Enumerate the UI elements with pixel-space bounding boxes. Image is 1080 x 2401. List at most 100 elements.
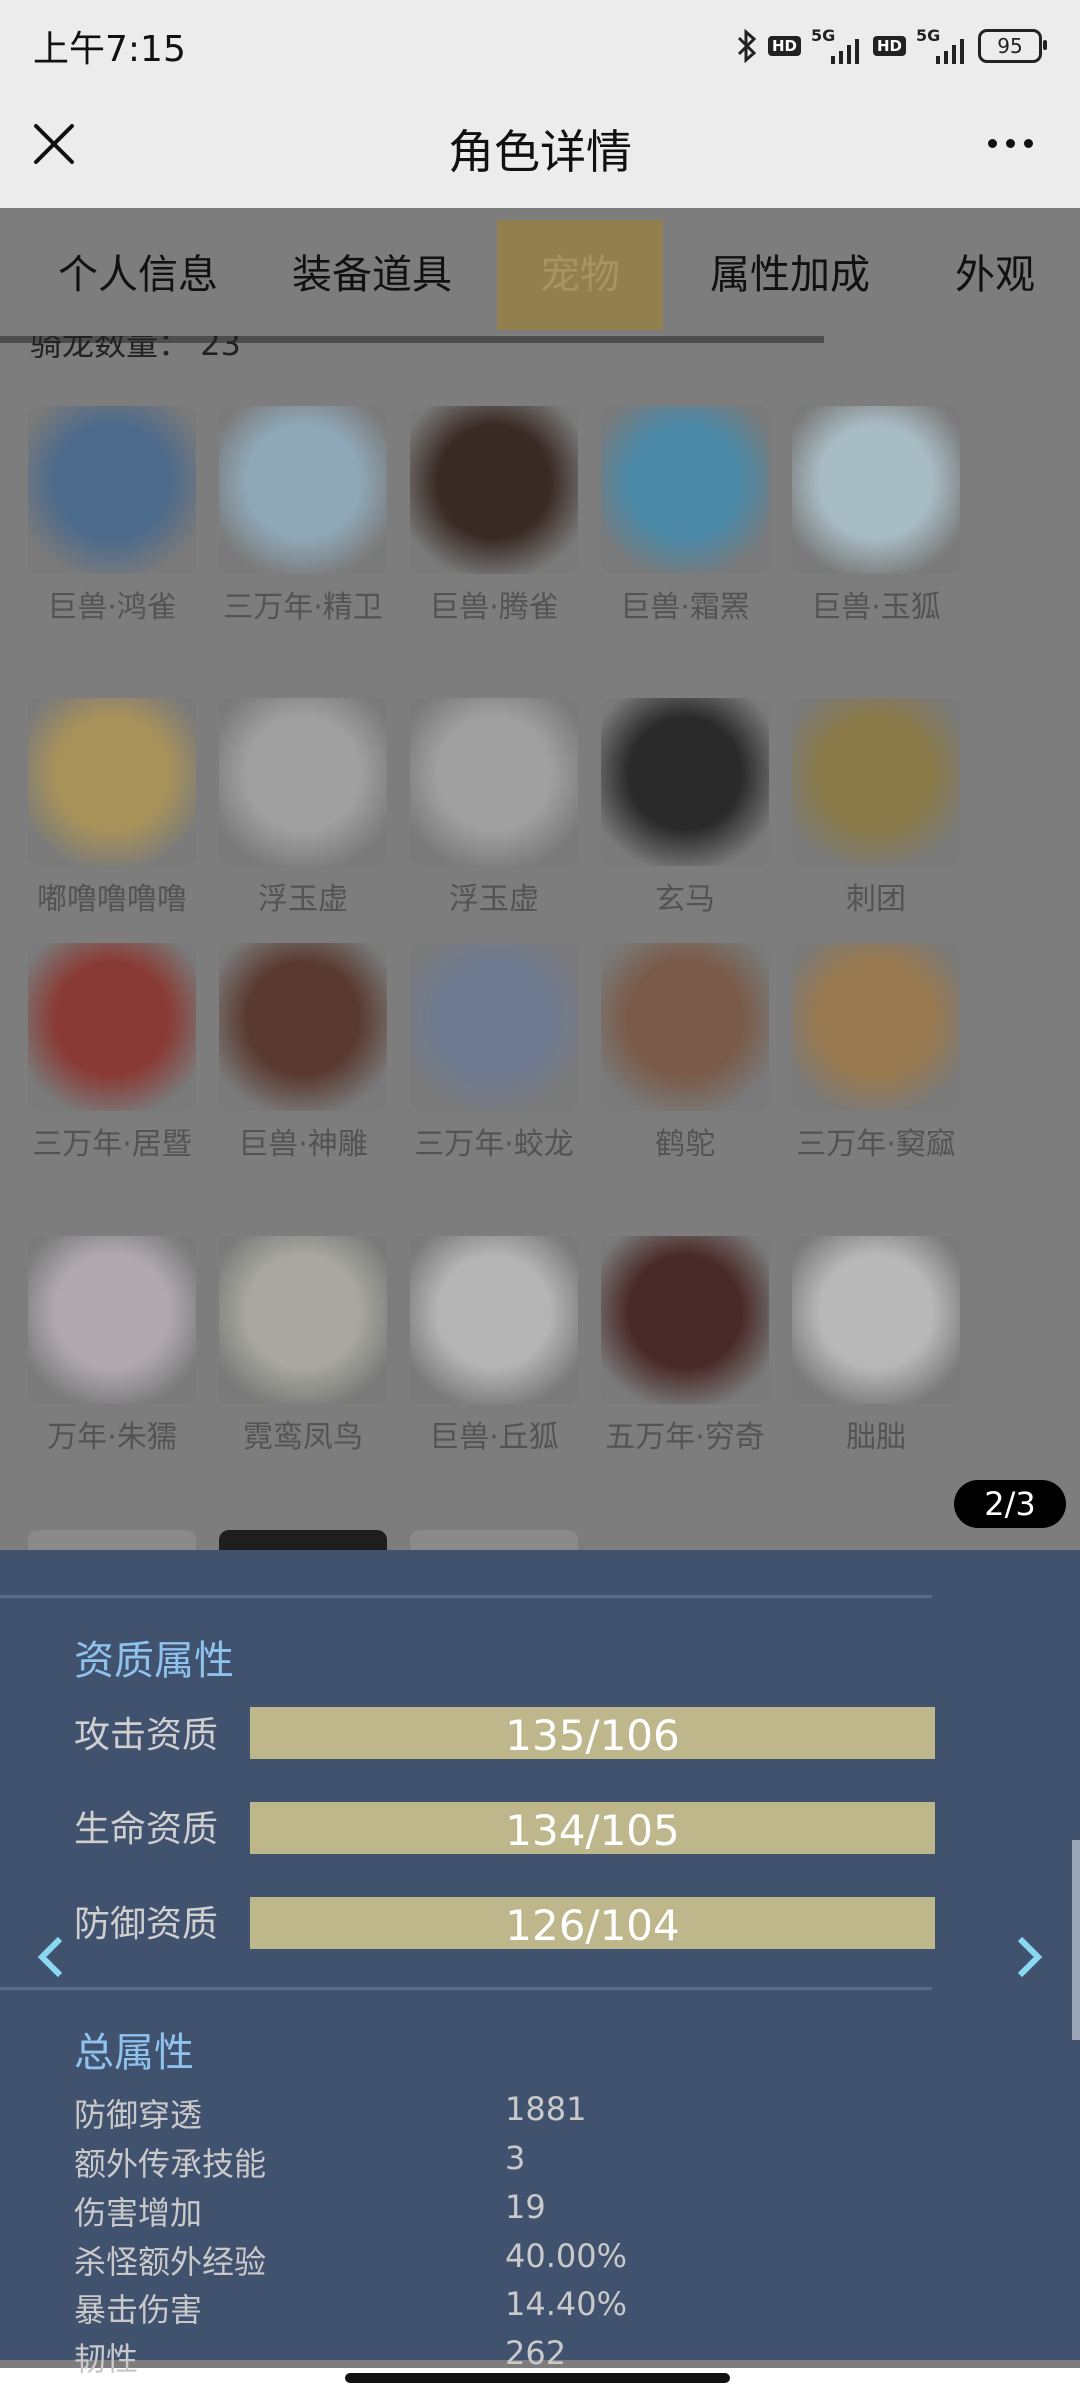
- aptitude-label-health: 生命资质: [74, 1809, 219, 1850]
- pet-name: 三万年·蛟龙: [414, 1127, 574, 1162]
- divider: [0, 1595, 932, 1598]
- home-indicator[interactable]: [345, 2373, 730, 2383]
- pet-thumbnail: [28, 698, 196, 866]
- pet-thumbnail: [410, 406, 578, 574]
- tab-bar: 个人信息 装备道具 宠物 属性加成 外观: [0, 208, 1080, 343]
- pet-thumbnail: [601, 698, 769, 866]
- signal-icon: 5G: [811, 26, 863, 66]
- battery-icon: 95: [978, 29, 1047, 63]
- pet-item[interactable]: 巨兽·霜罴: [600, 406, 770, 632]
- pet-item[interactable]: 三万年·蛟龙: [409, 943, 579, 1169]
- pet-item[interactable]: 巨兽·神雕: [218, 943, 388, 1169]
- pet-thumbnail: [792, 698, 960, 866]
- scrollbar[interactable]: [1072, 1840, 1080, 2040]
- status-bar: 上午7:15 HD 5G HD 5G 95: [0, 0, 1080, 92]
- pet-thumbnail: [219, 1236, 387, 1404]
- pet-item[interactable]: 巨兽·鸿雀: [27, 406, 197, 632]
- aptitude-label-attack: 攻击资质: [74, 1715, 219, 1756]
- pet-item[interactable]: 巨兽·丘狐: [409, 1236, 579, 1462]
- pet-thumbnail: [792, 943, 960, 1111]
- pet-thumbnail: [410, 1236, 578, 1404]
- pet-item[interactable]: 万年·朱獳: [27, 1236, 197, 1462]
- pet-detail-panel: 资质属性 攻击资质 135/106 生命资质 134/105 防御资质 126/…: [0, 1550, 1080, 2378]
- pet-name: 巨兽·鸿雀: [47, 590, 177, 625]
- stat-name: 防御穿透: [74, 2096, 203, 2134]
- pet-thumbnail: [792, 1236, 960, 1404]
- pet-name: 朏朏: [846, 1420, 906, 1455]
- pet-name: 霓鸾凤鸟: [243, 1420, 363, 1455]
- pet-name: 玄马: [655, 882, 715, 917]
- pet-thumbnail: [410, 698, 578, 866]
- stat-value: 262: [505, 2334, 567, 2372]
- pet-thumbnail: [601, 406, 769, 574]
- pet-item[interactable]: 嘟噜噜噜噜: [27, 698, 197, 924]
- page-indicator: 2/3: [954, 1480, 1066, 1528]
- pet-item[interactable]: 五万年·穷奇: [600, 1236, 770, 1462]
- pet-name: 三万年·精卫: [223, 590, 383, 625]
- pet-name: 浮玉虚: [258, 882, 348, 917]
- next-arrow-icon[interactable]: [1010, 1927, 1050, 1987]
- divider: [0, 1987, 932, 1990]
- pet-name: 三万年·窫窳: [796, 1127, 956, 1162]
- pet-name: 巨兽·腾雀: [429, 590, 559, 625]
- pet-item[interactable]: 三万年·窫窳: [791, 943, 961, 1169]
- battery-level: 95: [997, 34, 1023, 58]
- pet-name: 巨兽·霜罴: [620, 590, 750, 625]
- pet-item[interactable]: 巨兽·腾雀: [409, 406, 579, 632]
- stat-name: 暴击伤害: [74, 2291, 203, 2329]
- pet-item[interactable]: 玄马: [600, 698, 770, 924]
- pet-thumbnail: [28, 1236, 196, 1404]
- pet-item[interactable]: 三万年·居暨: [27, 943, 197, 1169]
- tab-equipment[interactable]: 装备道具: [262, 220, 482, 330]
- pet-name: 巨兽·丘狐: [429, 1420, 559, 1455]
- pet-thumbnail: [219, 698, 387, 866]
- pet-item[interactable]: 鹤鸵: [600, 943, 770, 1169]
- pet-thumbnail: [410, 943, 578, 1111]
- pet-item[interactable]: 刺团: [791, 698, 961, 924]
- pet-name: 五万年·穷奇: [605, 1420, 765, 1455]
- status-time: 上午7:15: [33, 29, 186, 70]
- total-attributes-title: 总属性: [74, 2030, 194, 2076]
- more-horizontal-icon[interactable]: [988, 128, 1048, 158]
- prev-arrow-icon[interactable]: [30, 1927, 70, 1987]
- tab-appearance[interactable]: 外观: [940, 220, 1050, 330]
- aptitude-bar-health: 134/105: [250, 1802, 935, 1855]
- pet-thumbnail: [601, 1236, 769, 1404]
- aptitude-label-defense: 防御资质: [74, 1904, 219, 1945]
- tab-attribute-bonus[interactable]: 属性加成: [690, 220, 890, 330]
- tab-personal-info[interactable]: 个人信息: [28, 220, 248, 330]
- pet-thumbnail: [28, 943, 196, 1111]
- title-bar: 角色详情: [0, 92, 1080, 208]
- stat-value: 19: [505, 2188, 546, 2226]
- mount-count: 骑龙数量： 23: [30, 336, 241, 368]
- status-icons: HD 5G HD 5G 95: [736, 24, 1047, 68]
- pet-thumbnail: [219, 943, 387, 1111]
- pet-item[interactable]: 浮玉虚: [218, 698, 388, 924]
- mount-count-value: 23: [200, 336, 241, 363]
- pet-thumbnail: [792, 406, 960, 574]
- pet-name: 巨兽·玉狐: [811, 590, 941, 625]
- hd-badge-2: HD: [872, 36, 906, 56]
- mount-count-label: 骑龙数量：: [30, 336, 191, 363]
- pet-item[interactable]: 巨兽·玉狐: [791, 406, 961, 632]
- page-title: 角色详情: [448, 125, 632, 179]
- signal-icon-2: 5G: [916, 26, 968, 66]
- pet-name: 浮玉虚: [449, 882, 539, 917]
- pet-item[interactable]: 浮玉虚: [409, 698, 579, 924]
- pet-name: 刺团: [846, 882, 906, 917]
- stat-value: 3: [505, 2139, 526, 2177]
- pet-item[interactable]: 三万年·精卫: [218, 406, 388, 632]
- tab-pets[interactable]: 宠物: [497, 220, 663, 330]
- pet-thumbnail: [219, 406, 387, 574]
- hd-badge: HD: [767, 36, 801, 56]
- aptitude-bar-defense: 126/104: [250, 1897, 935, 1950]
- pet-name: 嘟噜噜噜噜: [37, 882, 187, 917]
- pet-thumbnail: [28, 406, 196, 574]
- stat-name: 韧性: [74, 2340, 139, 2378]
- stat-value: 14.40%: [505, 2285, 628, 2323]
- aptitude-title: 资质属性: [74, 1638, 234, 1684]
- pet-thumbnail: [601, 943, 769, 1111]
- pet-item[interactable]: 霓鸾凤鸟: [218, 1236, 388, 1462]
- pet-name: 巨兽·神雕: [238, 1127, 368, 1162]
- pet-item[interactable]: 朏朏: [791, 1236, 961, 1462]
